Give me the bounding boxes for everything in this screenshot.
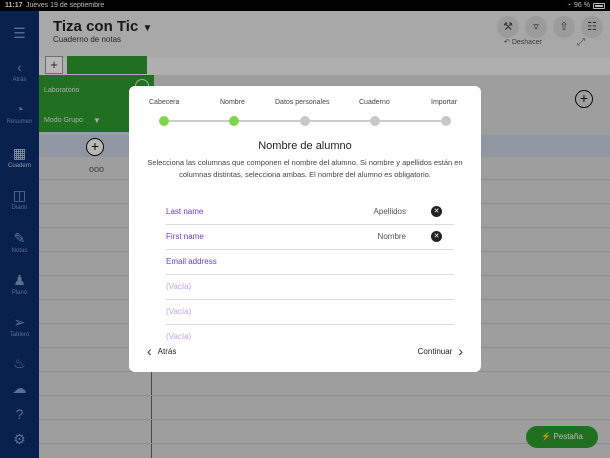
continue-label: Continuar <box>417 346 453 356</box>
column-name: (Vacía) <box>166 282 192 291</box>
list-item[interactable]: (Vacía) <box>166 275 454 300</box>
column-name: Last name <box>166 207 204 216</box>
list-item[interactable]: First name Nombre ✕ <box>166 225 454 250</box>
modal-description: Selecciona las columnas que componen el … <box>147 158 463 179</box>
list-item[interactable]: (Vacía) <box>166 300 454 325</box>
step-label-cuaderno: Cuaderno <box>359 99 390 106</box>
step-dot-datos <box>300 116 310 126</box>
column-name: (Vacía) <box>166 332 192 341</box>
column-role: Nombre <box>377 232 406 241</box>
step-label-datos: Datos personales <box>275 99 330 106</box>
step-label-importar: Importar <box>431 99 458 106</box>
step-dot-nombre <box>229 116 239 126</box>
list-item[interactable]: Last name Apellidos ✕ <box>166 200 454 225</box>
column-name: First name <box>166 232 204 241</box>
continue-button[interactable]: Continuar › <box>418 344 463 358</box>
list-item[interactable]: Email address <box>166 250 454 275</box>
list-item[interactable]: (Vacía) <box>166 325 454 342</box>
column-role: Apellidos <box>373 207 406 216</box>
step-dot-importar <box>441 116 451 126</box>
remove-icon[interactable]: ✕ <box>431 206 442 217</box>
step-dot-cuaderno <box>370 116 380 126</box>
import-wizard-modal: Cabecera Nombre Datos personales Cuadern… <box>129 86 481 372</box>
step-dot-cabecera <box>159 116 169 126</box>
column-name: Email address <box>166 257 217 266</box>
column-list[interactable]: Last name Apellidos ✕ First name Nombre … <box>166 200 454 342</box>
back-label: Atrás <box>157 346 177 356</box>
column-name: (Vacía) <box>166 307 192 316</box>
chevron-right-icon: › <box>458 343 463 359</box>
step-label-cabecera: Cabecera <box>149 99 180 106</box>
step-label-nombre: Nombre <box>220 99 245 106</box>
back-button[interactable]: ‹ Atrás <box>147 344 176 358</box>
remove-icon[interactable]: ✕ <box>431 231 442 242</box>
modal-title: Nombre de alumno <box>258 140 352 152</box>
chevron-left-icon: ‹ <box>147 343 152 359</box>
